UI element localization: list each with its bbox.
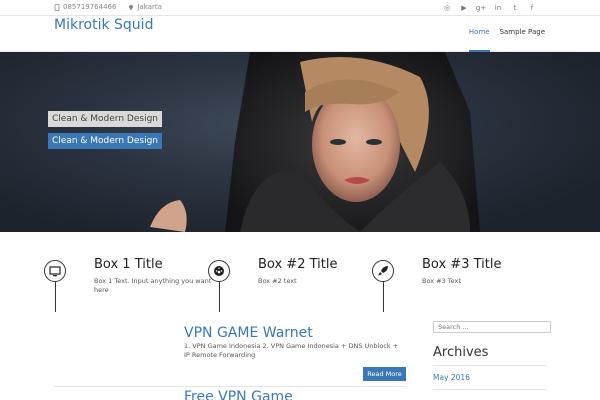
- feature-text: Box #2 text: [258, 277, 297, 285]
- map-marker-icon: [129, 4, 134, 10]
- read-more-button[interactable]: Read More: [363, 367, 406, 381]
- slide-caption-primary: Clean & Modern Design: [48, 111, 162, 127]
- social-links: ◎ ▶ g+ in t f: [441, 2, 538, 14]
- post-divider: [54, 386, 406, 387]
- facebook-icon[interactable]: f: [526, 2, 538, 14]
- feature-title: Box 1 Title: [94, 257, 163, 272]
- feature-connector: [383, 282, 384, 312]
- feature-icon-wrap: [208, 260, 230, 282]
- contact-info: 085719764466 Jakarta: [54, 3, 162, 11]
- feature-box-3: Box #3 Title Box #3 Text: [372, 252, 532, 322]
- location-info: Jakarta: [128, 3, 162, 11]
- slide-caption-secondary: Clean & Modern Design: [48, 133, 162, 149]
- top-bar: 085719764466 Jakarta ◎ ▶ g+ in t f: [0, 0, 600, 16]
- nav-item-home[interactable]: Home: [468, 28, 490, 52]
- phone-number: 085719764466: [63, 3, 117, 11]
- rocket-icon: [378, 266, 388, 276]
- site-header: Mikrotik Squid Home Sample Page: [0, 16, 600, 52]
- phone-icon: [54, 3, 60, 11]
- feature-text: Box #3 Text: [422, 277, 461, 285]
- dribbble-icon[interactable]: ◎: [441, 2, 453, 14]
- site-title[interactable]: Mikrotik Squid: [54, 17, 153, 33]
- post-title[interactable]: Free VPN Game: [184, 389, 293, 400]
- archives-widget-title: Archives: [433, 345, 489, 360]
- search-input[interactable]: [433, 321, 551, 333]
- feature-title: Box #3 Title: [422, 257, 502, 272]
- google-plus-icon[interactable]: g+: [475, 2, 487, 14]
- phone-info: 085719764466: [54, 3, 116, 11]
- desktop-icon: [49, 265, 61, 276]
- feature-connector: [55, 282, 56, 312]
- twitter-icon[interactable]: t: [509, 2, 521, 14]
- widget-divider: [433, 365, 547, 366]
- location-text: Jakarta: [137, 3, 162, 11]
- feature-icon-wrap: [372, 260, 394, 282]
- post-title[interactable]: VPN GAME Warnet: [184, 325, 313, 341]
- feature-title: Box #2 Title: [258, 257, 338, 272]
- feature-box-2: Box #2 Title Box #2 text: [208, 252, 368, 322]
- feature-box-1: Box 1 Title Box 1 Text. Input anything y…: [44, 252, 211, 322]
- widget-divider: [433, 389, 547, 390]
- feature-icon-wrap: [44, 260, 66, 282]
- hero-slider[interactable]: Clean & Modern Design Clean & Modern Des…: [0, 52, 600, 232]
- youtube-icon[interactable]: ▶: [458, 2, 470, 14]
- feature-text: Box 1 Text. Input anything you want here: [94, 277, 212, 294]
- feature-connector: [219, 282, 220, 312]
- archive-link[interactable]: May 2016: [433, 373, 470, 382]
- dashboard-icon: [214, 266, 224, 276]
- nav-item-sample-page[interactable]: Sample Page: [500, 28, 545, 52]
- main-nav: Home Sample Page: [468, 28, 545, 52]
- post-excerpt: 1. VPN Game Indonesia 2. VPN Game Indone…: [184, 342, 399, 359]
- linkedin-icon[interactable]: in: [492, 2, 504, 14]
